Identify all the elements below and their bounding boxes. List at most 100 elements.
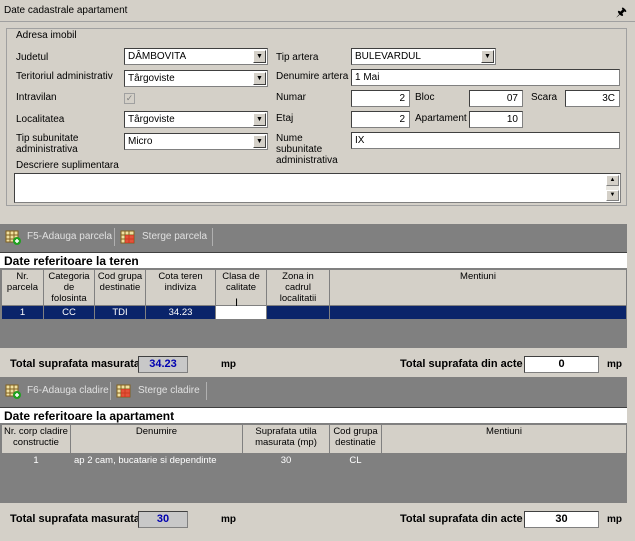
apartament-acte-unit: mp [607, 514, 622, 525]
text-cursor-icon: I [235, 297, 239, 309]
table-cell[interactable]: CL [329, 453, 382, 468]
col-zona[interactable]: Zona in cadrul localitatii [266, 269, 330, 306]
bloc-label: Bloc [415, 92, 435, 103]
col-cod-grupa[interactable]: Cod grupa destinatie [94, 269, 146, 306]
descriere-scrollbar[interactable]: ▲ ▼ [606, 175, 619, 201]
sterge-cladire-button[interactable]: Sterge cladire [116, 383, 206, 399]
numar-input[interactable]: 2 [351, 90, 410, 107]
nume-subunitate-label: Nume subunitate administrativa [276, 133, 338, 166]
col-mentiuni[interactable]: Mentiuni [329, 269, 627, 306]
toolbar-separator [110, 382, 111, 400]
chevron-down-icon[interactable]: ▼ [253, 72, 266, 85]
intravilan-checkbox[interactable]: ✓ [124, 93, 135, 104]
chevron-down-icon[interactable]: ▼ [253, 113, 266, 126]
teritoriul-select[interactable]: Târgoviste ▼ [124, 70, 268, 87]
teritoriul-value: Târgoviste [128, 73, 175, 84]
col-cota-teren[interactable]: Cota teren indiviza [145, 269, 216, 306]
denumire-artera-input[interactable]: 1 Mai [351, 69, 620, 86]
scroll-down-icon[interactable]: ▼ [606, 190, 619, 201]
table-cell[interactable]: TDI [94, 305, 146, 320]
teren-total-masurata-value: 34.23 [138, 356, 188, 373]
scara-input[interactable]: 3C [565, 90, 620, 107]
toolbar-separator [206, 382, 207, 400]
table-cell[interactable]: 1 [1, 453, 71, 468]
table-cell[interactable]: ap 2 cam, bucatarie si dependinte [70, 453, 243, 468]
table-cell[interactable]: 1 [1, 305, 44, 320]
col-nr-corp[interactable]: Nr. corp cladire constructie [1, 424, 71, 454]
apartament-total-masurata-label: Total suprafata masurata [10, 513, 141, 525]
adauga-parcela-button[interactable]: F5-Adauga parcela [5, 229, 113, 245]
apartament-table: Nr. corp cladire constructie Denumire Su… [1, 424, 627, 468]
etaj-input[interactable]: 2 [351, 111, 410, 128]
judetul-select[interactable]: DÂMBOVITA ▼ [124, 48, 268, 65]
bloc-input[interactable]: 07 [469, 90, 523, 107]
apartament-totals: Total suprafata masurata 30 mp Total sup… [0, 508, 627, 530]
teren-totals: Total suprafata masurata 34.23 mp Total … [0, 353, 627, 375]
apartament-total-acte-label: Total suprafata din acte [400, 513, 523, 525]
sterge-cladire-label: Sterge cladire [138, 385, 200, 396]
col-categoria[interactable]: Categoria de folosinta [43, 269, 95, 306]
table-cell[interactable] [381, 453, 627, 468]
teren-title: Date referitoare la teren [0, 252, 627, 268]
add-grid-icon [5, 384, 21, 399]
apartament-total-acte-input[interactable]: 30 [524, 511, 599, 528]
col-clasa[interactable]: Clasa de calitate [215, 269, 267, 306]
localitatea-label: Localitatea [16, 114, 65, 125]
apartament-label: Apartament [415, 113, 467, 124]
intravilan-label: Intravilan [16, 92, 57, 103]
tip-subunitate-select[interactable]: Micro ▼ [124, 133, 268, 150]
descriere-textarea[interactable]: ▲ ▼ [14, 173, 621, 203]
toolbar-separator [114, 228, 115, 246]
table-cell[interactable]: CC [43, 305, 95, 320]
delete-grid-icon [120, 230, 135, 244]
tip-subunitate-label: Tip subunitate administrativa [16, 133, 79, 155]
table-cell[interactable] [266, 305, 330, 320]
pin-icon[interactable]: 🖈 [616, 3, 627, 24]
localitatea-select[interactable]: Târgoviste ▼ [124, 111, 268, 128]
teren-acte-unit: mp [607, 359, 622, 370]
teren-unit: mp [221, 359, 236, 370]
col-cod-grupa[interactable]: Cod grupa destinatie [329, 424, 382, 454]
judetul-label: Judetul [16, 52, 49, 63]
nume-subunitate-input[interactable]: IX [351, 132, 620, 149]
col-nr-parcela[interactable]: Nr. parcela [1, 269, 44, 306]
teren-total-acte-input[interactable]: 0 [524, 356, 599, 373]
chevron-down-icon[interactable]: ▼ [481, 50, 494, 63]
apartament-input[interactable]: 10 [469, 111, 523, 128]
scroll-up-icon[interactable]: ▲ [606, 175, 619, 186]
tip-artera-value: BULEVARDUL [355, 51, 421, 62]
table-row[interactable]: 1 CC TDI 34.23 [1, 305, 627, 320]
adauga-cladire-label: F6-Adauga cladire [27, 385, 109, 396]
apartament-title: Date referitoare la apartament [0, 407, 627, 423]
chevron-down-icon[interactable]: ▼ [253, 135, 266, 148]
descriere-label: Descriere suplimentara [16, 160, 119, 171]
window-title: Date cadastrale apartament [4, 5, 128, 16]
apartament-total-masurata-value: 30 [138, 511, 188, 528]
col-denumire[interactable]: Denumire [70, 424, 243, 454]
table-cell[interactable] [329, 305, 627, 320]
chevron-down-icon[interactable]: ▼ [253, 50, 266, 63]
address-group-legend: Adresa imobil [14, 30, 79, 41]
add-grid-icon [5, 230, 21, 245]
tip-subunitate-value: Micro [128, 136, 153, 147]
teren-toolbar: F5-Adauga parcela Sterge parcela [0, 224, 627, 248]
scara-label: Scara [531, 92, 558, 103]
localitatea-value: Târgoviste [128, 114, 175, 125]
table-cell[interactable]: 30 [242, 453, 330, 468]
tip-artera-select[interactable]: BULEVARDUL ▼ [351, 48, 496, 65]
col-suprafata-utila[interactable]: Suprafata utila masurata (mp) [242, 424, 330, 454]
table-row[interactable]: 1 ap 2 cam, bucatarie si dependinte 30 C… [1, 453, 627, 468]
tip-artera-label: Tip artera [276, 52, 319, 63]
adauga-cladire-button[interactable]: F6-Adauga cladire [5, 383, 109, 399]
sterge-parcela-button[interactable]: Sterge parcela [120, 229, 210, 245]
teren-total-acte-label: Total suprafata din acte [400, 358, 523, 370]
col-mentiuni[interactable]: Mentiuni [381, 424, 627, 454]
numar-label: Numar [276, 92, 307, 103]
table-cell-editing[interactable] [215, 305, 267, 320]
window-titlebar: Date cadastrale apartament 🖈 [0, 0, 635, 22]
denumire-artera-label: Denumire artera [276, 71, 349, 82]
etaj-label: Etaj [276, 113, 294, 124]
adauga-parcela-label: F5-Adauga parcela [27, 231, 113, 242]
sterge-parcela-label: Sterge parcela [142, 231, 208, 242]
table-cell[interactable]: 34.23 [145, 305, 216, 320]
